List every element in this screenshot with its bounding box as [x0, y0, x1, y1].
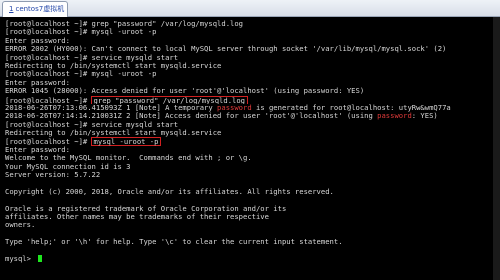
terminal-line: ERROR 1045 (28000): Access denied for us… — [5, 87, 365, 96]
shell-prompt: mysql> — [5, 254, 36, 263]
terminal-line: Type 'help;' or '\h' for help. Type '\c'… — [5, 238, 343, 247]
log-text: 2018-06-26T07:14:14.210031Z 2 [Note] Acc… — [5, 112, 378, 121]
password-keyword: password — [377, 112, 412, 121]
session-tab[interactable]: 1 centos7虚拟机 — [2, 1, 68, 17]
terminal-line: Redirecting to /bin/systemctl start mysq… — [5, 61, 222, 70]
terminal-line: [root@localhost ~]# grep "password" /var… — [5, 95, 500, 104]
terminal-line: owners. — [5, 221, 36, 230]
log-text: 2018-06-26T07:13:06.415093Z 1 [Note] A t… — [5, 103, 218, 112]
terminal-line: [root@localhost ~]# mysql -uroot -p — [5, 70, 157, 79]
highlighted-command: grep "password" /var/log/mysqld.log — [90, 95, 249, 104]
terminal-line: Copyright (c) 2000, 2018, Oracle and/or … — [5, 187, 334, 196]
terminal-line: mysql> — [5, 254, 500, 263]
terminal-line: Redirecting to /bin/systemctl start mysq… — [5, 129, 222, 138]
terminal-line: Enter password: — [5, 36, 70, 45]
tab-label: centos7虚拟机 — [15, 5, 65, 13]
terminal-line: 2018-06-26T07:13:06.415093Z 1 [Note] A t… — [5, 104, 500, 112]
terminal-line: Your MySQL connection id is 3 — [5, 162, 131, 171]
shell-prompt: [root@localhost ~]# — [5, 137, 92, 146]
terminal-scrollbar[interactable] — [493, 17, 500, 280]
terminal-line: Enter password: — [5, 145, 70, 154]
terminal-line: [root@localhost ~]# mysql -uroot -p — [5, 137, 500, 146]
terminal-line: ERROR 2002 (HY000): Can't connect to loc… — [5, 45, 447, 54]
terminal-output[interactable]: [root@localhost ~]# grep "password" /var… — [0, 17, 500, 280]
text-cursor — [38, 254, 43, 262]
terminal-line: [root@localhost ~]# service mysqld start — [5, 120, 179, 129]
terminal-line: Enter password: — [5, 78, 70, 87]
tab-bar: 1 centos7虚拟机 — [0, 0, 500, 17]
tab-number: 1 — [9, 5, 14, 13]
terminal-line: [root@localhost ~]# grep "password" /var… — [5, 20, 243, 28]
terminal-line: [root@localhost ~]# mysql -uroot -p — [5, 28, 157, 37]
shell-prompt: [root@localhost ~]# — [5, 95, 92, 104]
terminal-line: [root@localhost ~]# service mysqld start — [5, 53, 179, 62]
terminal-line: Server version: 5.7.22 — [5, 171, 101, 180]
password-keyword: password — [217, 103, 252, 112]
highlighted-command: mysql -uroot -p — [90, 137, 162, 146]
terminal-line: 2018-06-26T07:14:14.210031Z 2 [Note] Acc… — [5, 112, 500, 120]
log-text: : YES) — [411, 112, 438, 121]
terminal-line: affiliates. Other names may be trademark… — [5, 212, 269, 221]
terminal-line: Welcome to the MySQL monitor. Commands e… — [5, 154, 252, 163]
log-text: is generated for root@localhost: utyRw&w… — [251, 103, 451, 112]
terminal-line: Oracle is a registered trademark of Orac… — [5, 204, 287, 213]
